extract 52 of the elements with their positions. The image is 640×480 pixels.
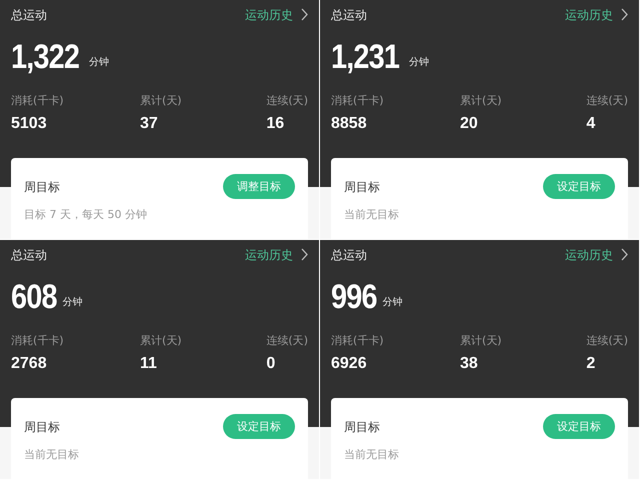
stat-label: 连续(天) [266, 93, 308, 109]
section-title: 总运动 [331, 6, 367, 24]
stat-value: 37 [140, 114, 159, 134]
stat-value: 4 [586, 114, 596, 134]
goal-title: 周目标 [344, 418, 380, 436]
goal-note: 当前无目标 [24, 447, 80, 463]
total-minutes: 608 [11, 280, 57, 314]
stat-label: 消耗(千卡) [331, 333, 385, 349]
section-title: 总运动 [11, 246, 47, 264]
unit-label: 分钟 [409, 56, 430, 70]
stat-label: 连续(天) [266, 333, 308, 349]
goal-title: 周目标 [24, 178, 60, 196]
history-link[interactable]: 运动历史 [245, 246, 293, 264]
stat-value: 11 [140, 354, 158, 374]
goal-note: 当前无目标 [344, 447, 400, 463]
total-minutes: 1,322 [11, 40, 80, 74]
stat-label: 消耗(千卡) [331, 93, 385, 109]
goal-title: 周目标 [344, 178, 380, 196]
unit-label: 分钟 [89, 56, 110, 70]
goal-note: 当前无目标 [344, 207, 400, 223]
stat-label: 连续(天) [586, 333, 628, 349]
stat-value: 16 [266, 114, 286, 134]
stat-value: 2768 [11, 354, 48, 374]
chevron-right-icon[interactable] [621, 248, 628, 261]
stat-label: 消耗(千卡) [11, 333, 65, 349]
total-minutes: 996 [331, 280, 377, 314]
stat-value: 5103 [11, 114, 48, 134]
total-minutes: 1,231 [331, 40, 400, 74]
stat-value: 6926 [331, 354, 368, 374]
section-title: 总运动 [331, 246, 367, 264]
stat-value: 8858 [331, 114, 368, 134]
stat-value: 0 [266, 354, 276, 374]
stat-label: 累计(天) [140, 333, 183, 349]
goal-title: 周目标 [24, 418, 60, 436]
section-title: 总运动 [11, 6, 47, 24]
stat-label: 累计(天) [460, 93, 503, 109]
stat-value: 38 [460, 354, 479, 374]
goal-note: 目标 7 天，每天 50 分钟 [24, 207, 148, 223]
stat-value: 20 [460, 114, 479, 134]
chevron-right-icon[interactable] [301, 248, 308, 261]
history-link[interactable]: 运动历史 [565, 6, 613, 24]
chevron-right-icon[interactable] [621, 8, 628, 21]
history-link[interactable]: 运动历史 [245, 6, 293, 24]
stat-label: 连续(天) [586, 93, 628, 109]
stat-label: 累计(天) [460, 333, 503, 349]
unit-label: 分钟 [382, 296, 403, 310]
chevron-right-icon[interactable] [301, 8, 308, 21]
stat-value: 2 [586, 354, 596, 374]
stat-label: 累计(天) [140, 93, 183, 109]
stat-label: 消耗(千卡) [11, 93, 65, 109]
history-link[interactable]: 运动历史 [565, 246, 613, 264]
unit-label: 分钟 [62, 296, 83, 310]
